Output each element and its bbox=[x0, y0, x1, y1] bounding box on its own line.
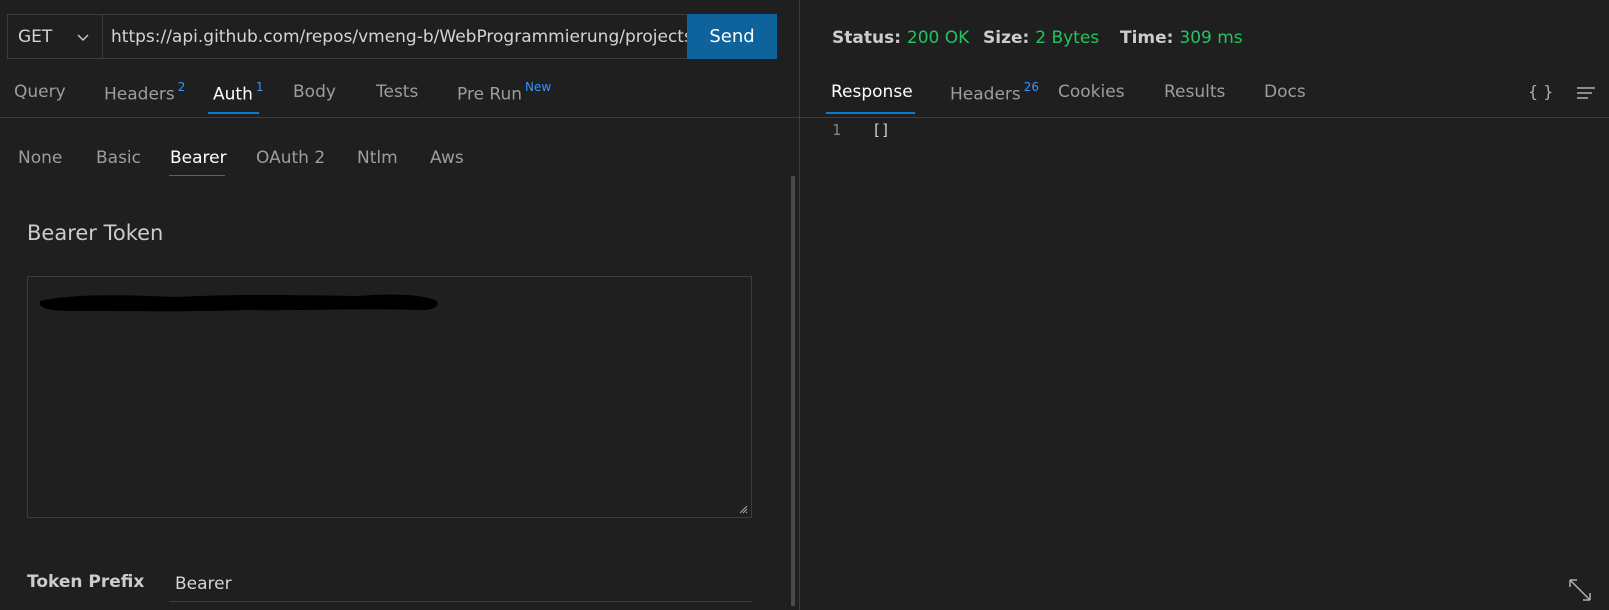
status-label: Status: bbox=[832, 28, 901, 48]
response-tab-docs[interactable]: Docs bbox=[1264, 82, 1306, 102]
tab-label: Pre Run bbox=[457, 84, 523, 105]
auth-tab-bearer[interactable]: Bearer bbox=[170, 148, 227, 168]
request-tabs: Query Headers 2 Auth 1 Body Tests Pre Run N… bbox=[0, 72, 800, 118]
braces-icon[interactable]: { } bbox=[1528, 82, 1553, 101]
time-info: Time: 309 ms bbox=[1120, 28, 1243, 48]
response-body-line: 1 [] bbox=[832, 121, 890, 139]
tab-pre-run[interactable]: Pre Run New bbox=[457, 80, 552, 105]
bearer-token-title: Bearer Token bbox=[27, 221, 164, 245]
resize-grip-icon[interactable] bbox=[738, 504, 748, 514]
tab-label: Headers bbox=[950, 84, 1021, 105]
method-value: GET bbox=[18, 26, 53, 47]
auth-tab-ntlm[interactable]: Ntlm bbox=[357, 148, 398, 168]
tab-label: Auth bbox=[213, 84, 253, 105]
tab-label: Docs bbox=[1264, 82, 1306, 102]
tab-badge: 2 bbox=[177, 80, 186, 94]
tab-badge: New bbox=[525, 80, 552, 94]
active-tab-indicator bbox=[208, 112, 259, 114]
auth-tab-basic[interactable]: Basic bbox=[96, 148, 141, 168]
tab-label: Headers bbox=[104, 84, 175, 105]
auth-tab-oauth2[interactable]: OAuth 2 bbox=[256, 148, 325, 168]
tab-badge: 1 bbox=[255, 80, 264, 94]
tab-query[interactable]: Query bbox=[14, 82, 66, 102]
size-label: Size: bbox=[983, 28, 1030, 48]
tab-tests[interactable]: Tests bbox=[376, 82, 418, 102]
auth-tab-aws[interactable]: Aws bbox=[430, 148, 464, 168]
bearer-token-textarea[interactable] bbox=[27, 276, 752, 518]
response-tab-results[interactable]: Results bbox=[1164, 82, 1225, 102]
expand-icon[interactable] bbox=[1567, 577, 1593, 603]
response-body-text: [] bbox=[872, 121, 891, 139]
url-bar: GET https://api.github.com/repos/vmeng-b… bbox=[7, 14, 777, 59]
response-tab-headers[interactable]: Headers 26 bbox=[950, 80, 1040, 105]
chevron-down-icon bbox=[77, 34, 89, 41]
url-input[interactable]: https://api.github.com/repos/vmeng-b/Web… bbox=[103, 15, 687, 58]
time-label: Time: bbox=[1120, 28, 1174, 48]
method-select[interactable]: GET bbox=[8, 15, 103, 58]
tab-label: Results bbox=[1164, 82, 1226, 102]
status-value: 200 OK bbox=[906, 28, 970, 48]
redaction-mark bbox=[39, 294, 438, 312]
response-tab-cookies[interactable]: Cookies bbox=[1058, 82, 1125, 102]
size-info: Size: 2 Bytes bbox=[983, 28, 1099, 48]
tab-label: Cookies bbox=[1058, 82, 1125, 102]
line-number: 1 bbox=[832, 121, 842, 139]
menu-lines-icon[interactable] bbox=[1576, 84, 1596, 102]
active-auth-tab-indicator bbox=[169, 175, 225, 176]
tab-headers[interactable]: Headers 2 bbox=[104, 80, 186, 105]
tab-label: Response bbox=[831, 82, 913, 102]
response-tabs: Response Headers 26 Cookies Results Docs … bbox=[800, 72, 1609, 118]
status-info: Status: 200 OK bbox=[832, 28, 969, 48]
time-value: 309 ms bbox=[1179, 28, 1243, 48]
tab-auth[interactable]: Auth 1 bbox=[213, 80, 264, 105]
response-tab-response[interactable]: Response bbox=[831, 82, 913, 102]
request-scrollbar[interactable] bbox=[791, 176, 795, 606]
tab-label: Tests bbox=[376, 82, 419, 102]
tab-label: Body bbox=[293, 82, 336, 102]
tab-label: Query bbox=[14, 82, 66, 102]
send-button[interactable]: Send bbox=[687, 14, 777, 59]
auth-tab-none[interactable]: None bbox=[18, 148, 62, 168]
tab-body[interactable]: Body bbox=[293, 82, 336, 102]
size-value: 2 Bytes bbox=[1035, 28, 1100, 48]
tab-badge: 26 bbox=[1023, 80, 1040, 94]
token-prefix-input[interactable]: Bearer bbox=[169, 566, 752, 602]
token-prefix-label: Token Prefix bbox=[27, 572, 145, 592]
active-response-tab-indicator bbox=[826, 112, 915, 114]
